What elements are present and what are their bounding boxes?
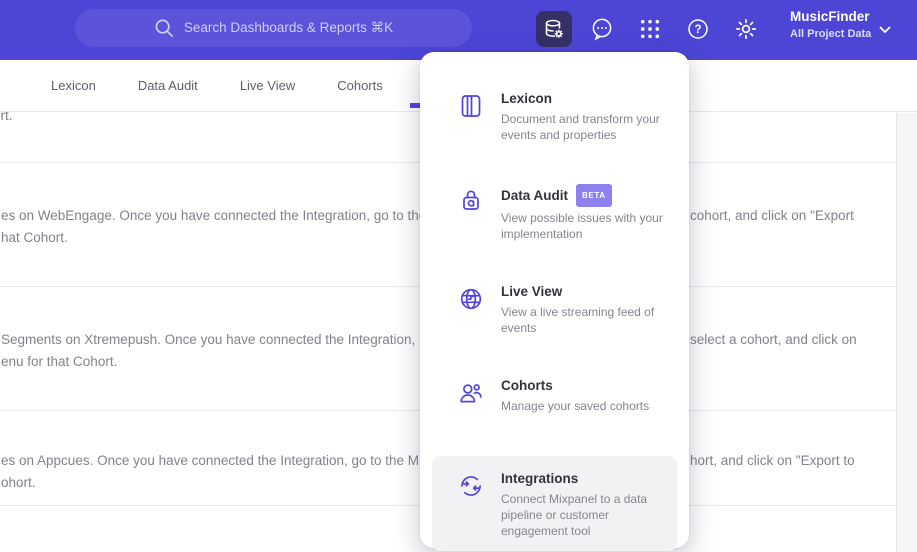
data-management-dropdown: Lexicon Document and transform your even… <box>420 52 689 551</box>
menu-item-title: Lexicon <box>501 91 553 106</box>
content-text-fragment: Segments on Xtremepush. Once you have co… <box>1 332 416 347</box>
apps-grid-button[interactable] <box>638 17 662 41</box>
top-bar: Search Dashboards & Reports ⌘K ? MusicFi… <box>0 0 917 60</box>
menu-item-desc: Document and transform your events and p… <box>501 112 660 142</box>
search-placeholder: Search Dashboards & Reports ⌘K <box>183 20 394 35</box>
menu-item-title: Integrations <box>501 471 579 486</box>
grid-icon <box>639 18 661 40</box>
menu-item-desc: View possible issues with your implement… <box>501 211 663 241</box>
settings-button[interactable] <box>734 17 758 41</box>
tab-data-audit[interactable]: Data Audit <box>138 78 198 93</box>
database-gear-icon <box>542 17 566 41</box>
tab-lexicon[interactable]: Lexicon <box>51 78 96 93</box>
menu-item-live-view[interactable]: Live View View a live streaming feed of … <box>432 271 677 348</box>
content-text-fragment: ohort. <box>1 475 36 490</box>
search-input[interactable]: Search Dashboards & Reports ⌘K <box>75 9 472 47</box>
menu-item-lexicon[interactable]: Lexicon Document and transform your even… <box>432 78 677 155</box>
content-text-fragment: hort, and click on "Export to <box>690 453 855 468</box>
menu-item-integrations[interactable]: Integrations Connect Mixpanel to a data … <box>432 456 677 551</box>
globe-icon <box>458 286 484 312</box>
content-text-fragment: es on Appcues. Once you have connected t… <box>1 453 420 468</box>
chevron-down-icon <box>879 26 891 34</box>
sync-icon <box>458 473 484 499</box>
menu-item-title: Live View <box>501 284 563 299</box>
content-text-fragment: es on WebEngage. Once you have connected… <box>1 208 427 223</box>
search-icon <box>154 18 174 38</box>
feedback-button[interactable] <box>590 17 614 41</box>
chat-bubble-icon <box>589 16 615 42</box>
mixpanel-app: Search Dashboards & Reports ⌘K ? MusicFi… <box>0 0 917 552</box>
menu-item-desc: Connect Mixpanel to a data pipeline or c… <box>501 492 648 538</box>
menu-item-data-audit[interactable]: Data Audit BETA View possible issues with… <box>432 172 677 254</box>
svg-text:?: ? <box>694 24 701 36</box>
menu-item-desc: View a live streaming feed of events <box>501 305 655 335</box>
content-text-fragment: select a cohort, and click on <box>690 332 857 347</box>
people-icon <box>458 380 484 406</box>
data-management-button[interactable] <box>536 11 572 47</box>
lock-icon <box>458 187 484 213</box>
book-icon <box>458 93 484 119</box>
project-name: MusicFinder <box>790 9 870 24</box>
beta-badge: BETA <box>576 184 612 207</box>
menu-item-title: Data Audit BETA <box>501 184 671 207</box>
menu-item-title: Cohorts <box>501 378 553 393</box>
help-icon: ? <box>686 17 710 41</box>
menu-item-desc: Manage your saved cohorts <box>501 399 650 413</box>
menu-item-cohorts[interactable]: Cohorts Manage your saved cohorts <box>432 365 677 439</box>
scroll-gutter <box>896 113 917 552</box>
gear-icon <box>734 17 758 41</box>
content-text-fragment: cohort, and click on "Export <box>690 208 854 223</box>
tab-live-view[interactable]: Live View <box>240 78 295 93</box>
help-button[interactable]: ? <box>686 17 710 41</box>
content-text-fragment: enu for that Cohort. <box>1 354 118 369</box>
tab-cohorts[interactable]: Cohorts <box>337 78 383 93</box>
content-text-fragment: hat Cohort. <box>1 230 68 245</box>
